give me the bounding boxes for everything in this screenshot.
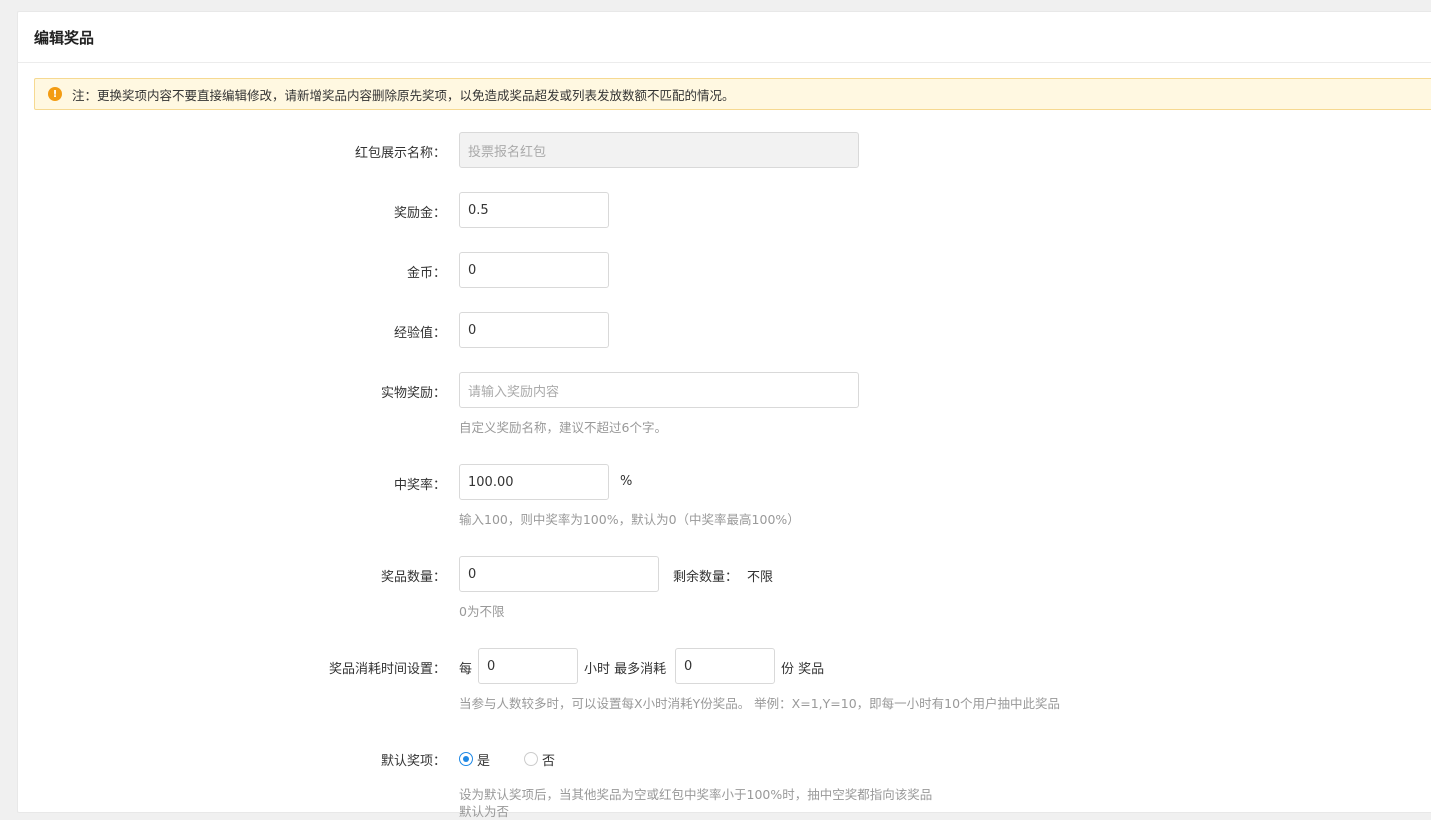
edit-prize-card: 编辑奖品 ! 注：更换奖项内容不要直接编辑修改，请新增奖品内容删除原先奖项，以免… bbox=[17, 11, 1431, 819]
remaining-label: 剩余数量： bbox=[673, 570, 739, 585]
display-name-value: 投票报名红包 bbox=[468, 144, 547, 160]
notice-banner: ! 注：更换奖项内容不要直接编辑修改，请新增奖品内容删除原先奖项，以免造成奖品超… bbox=[34, 78, 1431, 110]
notice-text: 注：更换奖项内容不要直接编辑修改，请新增奖品内容删除原先奖项，以免造成奖品超发或… bbox=[72, 87, 735, 103]
exp-value: 0 bbox=[468, 322, 477, 338]
consume-hours-value: 0 bbox=[487, 658, 496, 674]
quantity-label: 奖品数量： bbox=[380, 570, 446, 585]
win-rate-label: 中奖率： bbox=[393, 478, 446, 493]
display-name-input[interactable]: 投票报名红包 bbox=[459, 132, 859, 168]
physical-reward-placeholder: 请输入奖励内容 bbox=[468, 384, 560, 400]
consume-suffix: 份 奖品 bbox=[781, 662, 825, 677]
default-item-help-2: 默认为否 bbox=[459, 804, 510, 819]
win-rate-value: 100.00 bbox=[468, 474, 514, 490]
reward-money-value: 0.5 bbox=[468, 202, 489, 218]
physical-reward-input[interactable]: 请输入奖励内容 bbox=[459, 372, 859, 408]
physical-reward-label: 实物奖励： bbox=[380, 386, 446, 401]
exp-label: 经验值： bbox=[393, 326, 446, 341]
gold-value: 0 bbox=[468, 262, 477, 278]
card-header: 编辑奖品 bbox=[18, 12, 1431, 63]
default-no-label[interactable]: 否 bbox=[542, 750, 555, 769]
quantity-value: 0 bbox=[468, 566, 477, 582]
win-rate-help: 输入100，则中奖率为100%，默认为0（中奖率最高100%） bbox=[459, 512, 800, 527]
quantity-input[interactable]: 0 bbox=[459, 556, 659, 592]
default-yes-radio[interactable] bbox=[459, 752, 473, 766]
gold-label: 金币： bbox=[406, 266, 446, 281]
consume-middle-text: 小时 最多消耗 bbox=[584, 662, 667, 677]
consume-prefix: 每 bbox=[459, 662, 473, 677]
win-rate-unit: % bbox=[620, 474, 633, 489]
consume-hours-input[interactable]: 0 bbox=[478, 648, 578, 684]
page-title: 编辑奖品 bbox=[34, 28, 95, 47]
reward-money-input[interactable]: 0.5 bbox=[459, 192, 609, 228]
physical-reward-help: 自定义奖励名称，建议不超过6个字。 bbox=[459, 420, 667, 435]
reward-money-label: 奖励金： bbox=[393, 206, 446, 221]
warning-icon: ! bbox=[48, 87, 62, 101]
display-name-label: 红包展示名称： bbox=[354, 146, 446, 161]
gold-input[interactable]: 0 bbox=[459, 252, 609, 288]
default-yes-label[interactable]: 是 bbox=[477, 750, 490, 769]
win-rate-input[interactable]: 100.00 bbox=[459, 464, 609, 500]
default-item-label: 默认奖项： bbox=[380, 754, 446, 769]
default-item-help: 设为默认奖项后，当其他奖品为空或红包中奖率小于100%时，抽中空奖都指向该奖品 bbox=[459, 787, 933, 802]
exp-input[interactable]: 0 bbox=[459, 312, 609, 348]
consume-count-value: 0 bbox=[684, 658, 693, 674]
consume-help: 当参与人数较多时，可以设置每X小时消耗Y份奖品。 举例：X=1,Y=10，即每一… bbox=[459, 696, 1061, 711]
quantity-help: 0为不限 bbox=[459, 604, 505, 619]
consume-label: 奖品消耗时间设置： bbox=[328, 662, 446, 677]
consume-count-input[interactable]: 0 bbox=[675, 648, 775, 684]
remaining-value: 不限 bbox=[747, 570, 774, 585]
default-no-radio[interactable] bbox=[524, 752, 538, 766]
